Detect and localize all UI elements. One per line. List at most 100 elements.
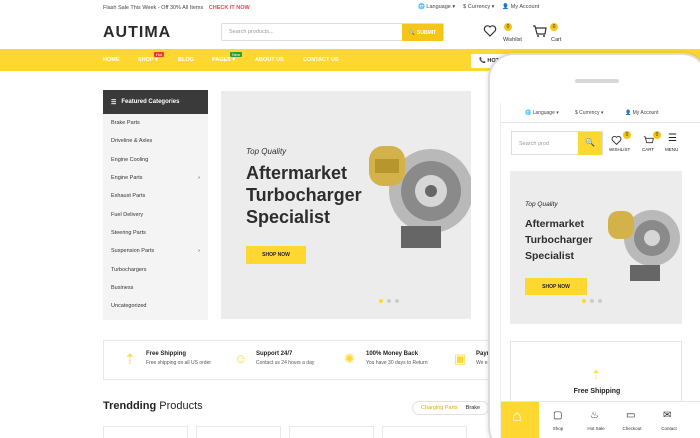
language-label: Language bbox=[426, 4, 451, 10]
cart-button[interactable]: 0 Cart bbox=[532, 21, 568, 45]
search-input[interactable]: Search products... bbox=[229, 29, 274, 35]
nav-shop[interactable]: SHOP ▾ bbox=[138, 57, 158, 63]
mobile-nav-hot-sale[interactable]: Hot Sale bbox=[581, 426, 611, 431]
mobile-nav-checkout[interactable]: Checkout bbox=[617, 426, 647, 431]
mobile-language-selector[interactable]: 🌐 Language ▾ bbox=[525, 110, 559, 116]
mobile-nav-shop[interactable]: Shop bbox=[543, 426, 573, 431]
mobile-account-label: My Account bbox=[632, 110, 659, 116]
category-label: Suspension Parts bbox=[111, 248, 155, 255]
wishlist-button[interactable]: 0 Wishlist bbox=[483, 21, 523, 45]
logo[interactable]: AUTIMA bbox=[103, 24, 171, 42]
hero-shop-button[interactable]: SHOP NOW bbox=[246, 246, 306, 264]
nav-pages-label: PAGES bbox=[212, 57, 231, 63]
home-icon: ⌂ bbox=[512, 408, 522, 425]
mobile-hero-shop-button[interactable]: SHOP NOW bbox=[525, 278, 587, 295]
mobile-hero-pagination bbox=[582, 299, 602, 303]
menu-icon: ☰ bbox=[668, 133, 677, 144]
mobile-cart-count: 0 bbox=[653, 131, 661, 139]
heart-icon bbox=[483, 25, 497, 37]
slide-dot[interactable] bbox=[598, 299, 602, 303]
feature-item: Payı We e bbox=[476, 351, 488, 366]
mobile-account-link[interactable]: 👤 My Account bbox=[625, 110, 658, 116]
new-tag: New bbox=[230, 52, 243, 57]
nav-contact[interactable]: CONTACT US bbox=[303, 57, 339, 63]
search-icon: 🔍 bbox=[585, 138, 595, 147]
feature-item: 100% Money Back You have 30 days to Retu… bbox=[366, 351, 428, 366]
category-label: Exhaust Parts bbox=[111, 193, 146, 200]
nav-pages[interactable]: PAGES ▾ bbox=[212, 57, 235, 63]
category-item[interactable]: Business bbox=[103, 279, 208, 297]
product-card[interactable] bbox=[289, 426, 374, 438]
search-submit-label: SUBMIT bbox=[417, 29, 437, 36]
fire-icon: ♨ bbox=[590, 410, 599, 421]
category-item[interactable]: Turbochargers bbox=[103, 260, 208, 278]
category-title: Featured Categories bbox=[121, 99, 180, 105]
money-back-icon: ✺ bbox=[344, 351, 355, 366]
category-label: Driveline & Axles bbox=[111, 138, 153, 145]
nav-blog[interactable]: BLOG bbox=[178, 57, 194, 63]
category-label: Steering Parts bbox=[111, 229, 146, 236]
mobile-search-input[interactable]: Search prod bbox=[519, 141, 549, 147]
top-tools: 🌐 Language ▾ $ Currency ▾ 👤 My Account bbox=[418, 4, 539, 10]
mobile-cart-button[interactable]: 0 CART bbox=[641, 131, 661, 155]
feature-desc: Free shipping on all US order bbox=[146, 360, 212, 366]
category-item[interactable]: Uncategorized bbox=[103, 297, 208, 315]
slide-dot[interactable] bbox=[387, 299, 391, 303]
rocket-icon: ⇡ bbox=[591, 368, 602, 382]
search-submit-button[interactable]: 🔍 SUBMIT bbox=[402, 24, 443, 41]
nav-about[interactable]: ABOUT US bbox=[255, 57, 284, 63]
category-item[interactable]: Suspension Parts › bbox=[103, 242, 208, 260]
menu-icon: ☰ bbox=[111, 99, 117, 106]
currency-selector[interactable]: $ Currency ▾ bbox=[463, 4, 494, 10]
category-item[interactable]: Engine Parts › bbox=[103, 169, 208, 187]
slide-dot[interactable] bbox=[395, 299, 399, 303]
mobile-search-button[interactable]: 🔍 bbox=[578, 132, 602, 155]
mobile-menu-button[interactable]: ☰ MENU bbox=[664, 133, 686, 155]
category-item[interactable]: Steering Parts bbox=[103, 224, 208, 242]
support-icon: ☺ bbox=[234, 351, 248, 366]
category-item[interactable]: Exhaust Parts bbox=[103, 187, 208, 205]
slide-dot[interactable] bbox=[590, 299, 594, 303]
category-item[interactable]: Driveline & Axles bbox=[103, 132, 208, 150]
tab-brake[interactable]: Brake bbox=[466, 405, 480, 411]
product-card[interactable] bbox=[196, 426, 281, 438]
slide-dot[interactable] bbox=[582, 299, 586, 303]
mobile-language-label: Language bbox=[532, 110, 555, 116]
category-item[interactable]: Fuel Delivery bbox=[103, 205, 208, 223]
mobile-currency-selector[interactable]: $ Currency ▾ bbox=[575, 110, 603, 116]
mobile-currency-label: Currency bbox=[579, 110, 600, 116]
mobile-hero-subtitle: Top Quality bbox=[525, 201, 558, 208]
mobile-wishlist-button[interactable]: 0 WISHLIST bbox=[609, 131, 637, 155]
chevron-right-icon: › bbox=[198, 175, 200, 182]
chevron-down-icon: ▾ bbox=[155, 57, 158, 63]
category-item[interactable]: Engine Cooling bbox=[103, 151, 208, 169]
feature-desc: We e bbox=[476, 360, 488, 366]
hot-tag: Hot bbox=[154, 52, 165, 57]
mobile-hero: Top Quality Aftermarket Turbocharger Spe… bbox=[510, 171, 682, 324]
trending-title-b: Products bbox=[159, 400, 203, 412]
mobile-menu-label: MENU bbox=[665, 147, 679, 152]
mobile-feature-title: Free Shipping bbox=[573, 388, 621, 395]
top-bar: Flash Sale This Week - Off 30% All Items… bbox=[0, 0, 700, 17]
account-link[interactable]: 👤 My Account bbox=[502, 4, 539, 10]
cart-icon bbox=[643, 136, 654, 144]
slide-dot[interactable] bbox=[379, 299, 383, 303]
language-selector[interactable]: 🌐 Language ▾ bbox=[418, 4, 455, 10]
nav-home[interactable]: HOME bbox=[103, 57, 120, 63]
mobile-bottom-bar: ⌂ ▢ Shop ♨ Hot Sale ▭ Checkout ✉ Contact bbox=[501, 401, 700, 438]
turbocharger-image bbox=[369, 146, 471, 248]
feature-title: Payı bbox=[476, 351, 489, 357]
heart-icon bbox=[611, 135, 622, 146]
trending-title-a: Trendding bbox=[103, 400, 157, 412]
mobile-home-button[interactable]: ⌂ bbox=[501, 402, 539, 438]
chevron-down-icon: ▾ bbox=[232, 57, 236, 63]
shop-icon: ▢ bbox=[553, 410, 563, 421]
mobile-nav-contact[interactable]: Contact bbox=[654, 426, 684, 431]
category-item[interactable]: Brake Parts bbox=[103, 114, 208, 132]
product-card[interactable] bbox=[103, 426, 188, 438]
promo-cta-link[interactable]: CHECK IT NOW bbox=[209, 5, 250, 11]
feature-desc: You have 30 days to Return bbox=[366, 360, 428, 366]
product-card[interactable] bbox=[382, 426, 467, 438]
tab-charging-parts[interactable]: Charging Parts bbox=[421, 405, 458, 411]
phone-icon: 📞 bbox=[479, 58, 486, 64]
